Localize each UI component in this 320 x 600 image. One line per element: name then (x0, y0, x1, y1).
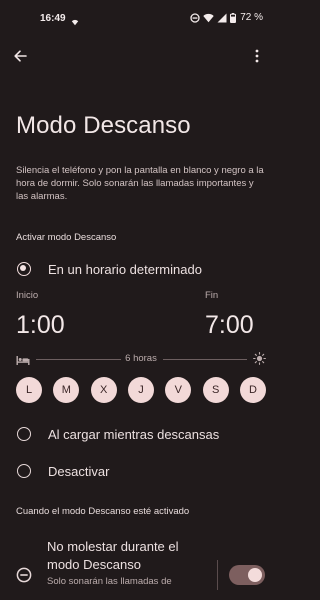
page-title: Modo Descanso (16, 112, 191, 139)
more-vert-icon (255, 49, 259, 68)
duration-indicator: 6 horas (16, 352, 266, 366)
do-not-disturb-icon (16, 567, 32, 588)
start-caption: Inicio (16, 290, 39, 301)
option-disable[interactable]: Desactivar (0, 457, 277, 485)
arrow-back-icon (13, 49, 27, 68)
day-chip-monday[interactable]: L (16, 377, 42, 403)
more-options-button[interactable] (245, 46, 269, 70)
end-caption: Fin (205, 290, 219, 301)
end-time[interactable]: 7:00 (205, 311, 254, 340)
battery-percentage: 72 % (240, 12, 263, 23)
status-time: 16:49 (40, 13, 66, 24)
radio-scheduled[interactable] (17, 262, 31, 276)
option-disable-label: Desactivar (48, 463, 110, 479)
page-description: Silencia el teléfono y pon la pantalla e… (16, 165, 264, 202)
option-scheduled[interactable]: En un horario determinado (0, 255, 277, 283)
toggle-knob (248, 568, 262, 582)
status-icons: 72 % (190, 12, 263, 23)
dnd-toggle[interactable] (229, 565, 265, 585)
day-chip-saturday[interactable]: S (202, 377, 229, 403)
notification-icon (71, 13, 79, 31)
dnd-title: No molestar durante el modo Descanso (47, 539, 179, 572)
day-chip-sunday[interactable]: D (239, 377, 266, 403)
day-chip-thursday[interactable]: J (127, 377, 154, 403)
day-selector: L M X J V S D (16, 377, 266, 403)
sun-icon (253, 352, 266, 370)
radio-disable[interactable] (17, 464, 31, 478)
signal-icon (217, 13, 227, 23)
battery-icon (230, 12, 237, 23)
do-not-disturb-icon (190, 12, 200, 23)
back-button[interactable] (8, 46, 32, 70)
day-chip-tuesday[interactable]: M (53, 377, 80, 403)
dnd-setting-row[interactable]: No molestar durante el modo Descanso Sol… (0, 534, 277, 600)
day-chip-friday[interactable]: V (165, 377, 192, 403)
status-bar: 16:49 72 % (0, 0, 277, 36)
divider (217, 560, 218, 590)
option-scheduled-label: En un horario determinado (48, 261, 202, 277)
option-charging[interactable]: Al cargar mientras descansas (0, 420, 277, 448)
option-charging-label: Al cargar mientras descansas (48, 426, 220, 442)
day-chip-wednesday[interactable]: X (90, 377, 117, 403)
app-bar (0, 44, 277, 72)
activation-section-header: Activar modo Descanso (16, 232, 117, 243)
wifi-icon (203, 13, 214, 23)
radio-charging[interactable] (17, 427, 31, 441)
dnd-subtitle: Solo sonarán las llamadas de (47, 576, 172, 587)
start-time[interactable]: 1:00 (16, 311, 65, 340)
when-active-section-header: Cuando el modo Descanso esté activado (16, 506, 190, 517)
duration-line-right (163, 359, 247, 360)
